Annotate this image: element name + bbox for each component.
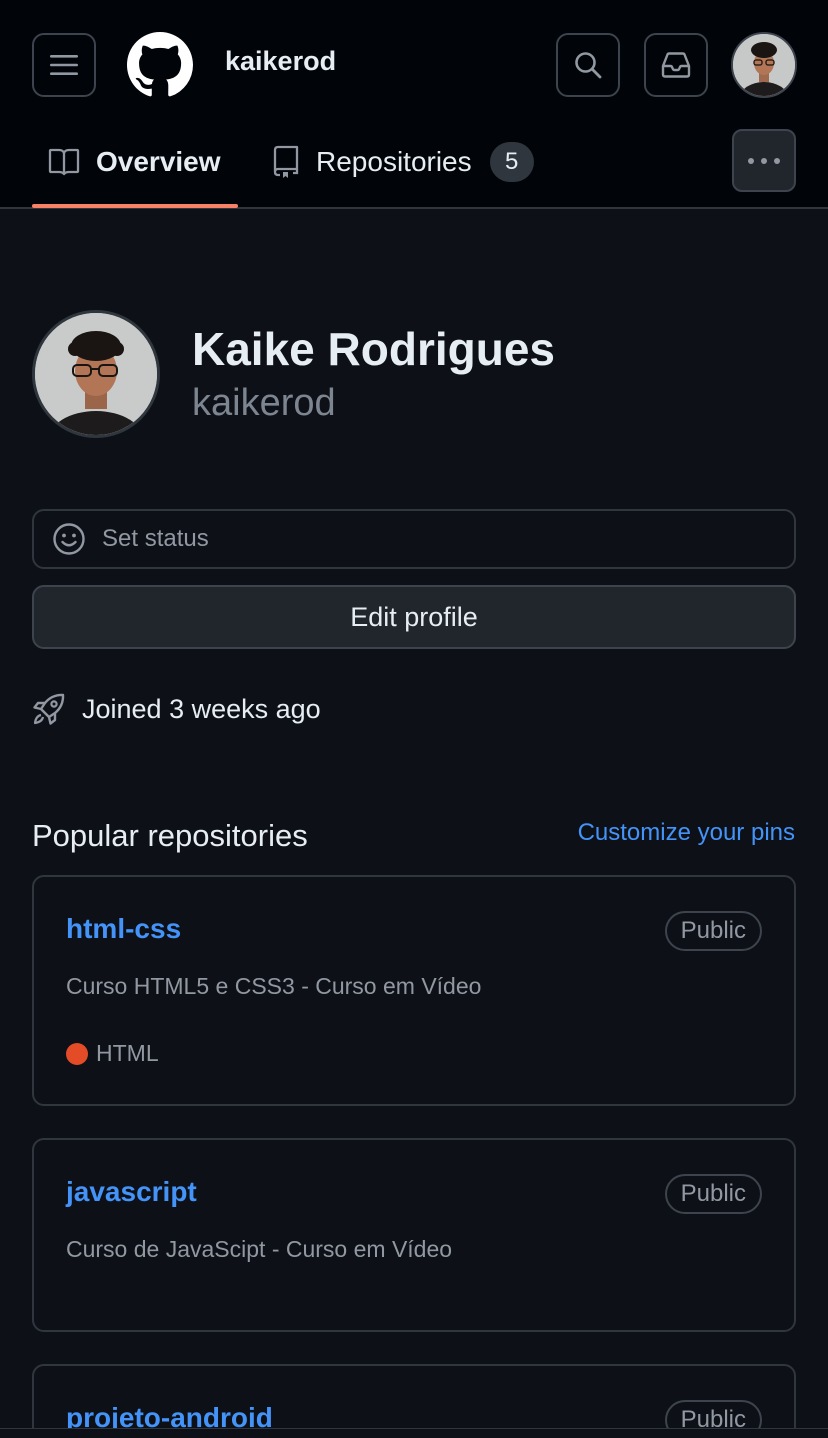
header-avatar[interactable]	[731, 32, 797, 98]
set-status-button[interactable]: Set status	[32, 509, 796, 569]
profile-avatar[interactable]	[32, 310, 160, 438]
rocket-icon	[33, 693, 65, 725]
hamburger-icon	[50, 55, 78, 75]
profile-login: kaikerod	[192, 382, 336, 424]
profile-page: kaikerod Overview Repositories 5 Kaike R…	[0, 0, 828, 1438]
joined-date: Joined 3 weeks ago	[32, 692, 321, 726]
menu-button[interactable]	[32, 33, 96, 97]
tab-repositories-label: Repositories	[316, 146, 472, 177]
repo-name-link[interactable]: html-css	[66, 913, 181, 945]
profile-full-name: Kaike Rodrigues	[192, 323, 555, 375]
bottom-edge	[0, 1428, 828, 1438]
visibility-badge: Public	[664, 1174, 762, 1214]
repo-icon	[273, 145, 299, 178]
more-tabs-button[interactable]	[732, 129, 796, 192]
repo-card: javascript Public Curso de JavaScipt - C…	[32, 1138, 796, 1332]
repo-card: projeto-android Public	[32, 1364, 796, 1438]
repo-description: Curso de JavaScipt - Curso em Vídeo	[66, 1236, 453, 1262]
repo-language: HTML	[66, 1040, 159, 1067]
avatar-image	[733, 34, 795, 96]
tab-repositories[interactable]: Repositories 5	[272, 140, 534, 184]
popular-repositories-heading: Popular repositories	[32, 818, 308, 853]
kebab-horizontal-icon	[748, 157, 780, 164]
smiley-icon	[53, 523, 85, 555]
repositories-count-badge: 5	[489, 142, 534, 182]
avatar-image	[35, 313, 157, 435]
language-color-dot	[66, 1042, 88, 1065]
repo-card: html-css Public Curso HTML5 e CSS3 - Cur…	[32, 875, 796, 1106]
set-status-label: Set status	[102, 525, 209, 552]
header-username[interactable]: kaikerod	[225, 46, 336, 77]
repo-name-link[interactable]: javascript	[66, 1176, 197, 1208]
visibility-badge: Public	[664, 911, 762, 951]
github-mark-icon[interactable]	[127, 32, 193, 98]
search-icon	[575, 52, 602, 79]
selected-tab-indicator	[32, 204, 238, 208]
repo-description: Curso HTML5 e CSS3 - Curso em Vídeo	[66, 973, 482, 999]
tab-overview-label: Overview	[96, 146, 221, 177]
inbox-icon	[661, 52, 691, 78]
joined-text: Joined 3 weeks ago	[82, 693, 321, 724]
search-button[interactable]	[556, 33, 620, 97]
inbox-button[interactable]	[644, 33, 708, 97]
book-icon	[48, 148, 80, 176]
edit-profile-button[interactable]: Edit profile	[32, 585, 796, 649]
tab-overview[interactable]: Overview	[48, 140, 221, 184]
app-header: kaikerod Overview Repositories 5	[0, 0, 828, 209]
customize-pins-link[interactable]: Customize your pins	[578, 819, 795, 847]
language-name: HTML	[96, 1040, 159, 1066]
